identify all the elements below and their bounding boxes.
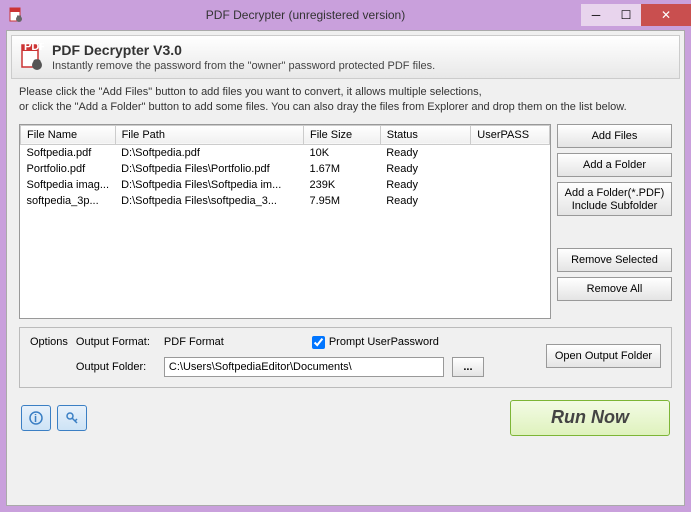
remove-all-button[interactable]: Remove All [557, 277, 672, 301]
file-table[interactable]: File Name File Path File Size Status Use… [19, 124, 551, 319]
svg-text:PDF: PDF [24, 43, 44, 53]
output-format-value: PDF Format [164, 336, 224, 348]
add-files-button[interactable]: Add Files [557, 124, 672, 148]
instructions: Please click the "Add Files" button to a… [11, 79, 680, 120]
titlebar: PDF Decrypter (unregistered version) ─ ☐… [0, 0, 691, 30]
maximize-button[interactable]: ☐ [611, 4, 641, 26]
app-subtitle: Instantly remove the password from the "… [52, 60, 435, 72]
key-button[interactable] [57, 405, 87, 431]
col-status[interactable]: Status [380, 125, 471, 144]
output-format-label: Output Format: [76, 336, 156, 348]
prompt-password-checkbox[interactable]: Prompt UserPassword [312, 336, 439, 349]
col-userpass[interactable]: UserPASS [471, 125, 550, 144]
window-title: PDF Decrypter (unregistered version) [30, 8, 581, 22]
minimize-button[interactable]: ─ [581, 4, 611, 26]
info-icon: i [29, 411, 43, 425]
col-filepath[interactable]: File Path [115, 125, 303, 144]
pdf-lock-icon: PDF [20, 43, 44, 71]
output-folder-input[interactable] [164, 357, 444, 377]
run-now-button[interactable]: Run Now [510, 400, 670, 436]
col-filesize[interactable]: File Size [304, 125, 381, 144]
app-header: PDF PDF Decrypter V3.0 Instantly remove … [11, 35, 680, 79]
app-icon-small [8, 7, 24, 23]
options-group: Options Output Format: PDF Format Prompt… [19, 327, 672, 388]
table-row[interactable]: Portfolio.pdfD:\Softpedia Files\Portfoli… [21, 161, 550, 177]
browse-button[interactable]: ... [452, 357, 484, 377]
window-controls: ─ ☐ ✕ [581, 4, 691, 26]
col-filename[interactable]: File Name [21, 125, 116, 144]
app-title: PDF Decrypter V3.0 [52, 42, 435, 58]
svg-text:i: i [34, 413, 37, 425]
add-folder-button[interactable]: Add a Folder [557, 153, 672, 177]
close-button[interactable]: ✕ [641, 4, 691, 26]
output-folder-label: Output Folder: [76, 361, 156, 373]
table-row[interactable]: Softpedia.pdfD:\Softpedia.pdf10KReady [21, 144, 550, 161]
footer: i Run Now [11, 394, 680, 442]
side-button-panel: Add Files Add a Folder Add a Folder(*.PD… [557, 124, 672, 319]
table-row[interactable]: Softpedia imag...D:\Softpedia Files\Soft… [21, 177, 550, 193]
main-content: PDF PDF Decrypter V3.0 Instantly remove … [6, 30, 685, 506]
open-output-folder-button[interactable]: Open Output Folder [546, 344, 661, 368]
add-folder-subfolder-button[interactable]: Add a Folder(*.PDF) Include Subfolder [557, 182, 672, 216]
options-legend: Options [30, 336, 68, 377]
key-icon [65, 411, 79, 425]
remove-selected-button[interactable]: Remove Selected [557, 248, 672, 272]
table-row[interactable]: softpedia_3p...D:\Softpedia Files\softpe… [21, 193, 550, 209]
info-button[interactable]: i [21, 405, 51, 431]
